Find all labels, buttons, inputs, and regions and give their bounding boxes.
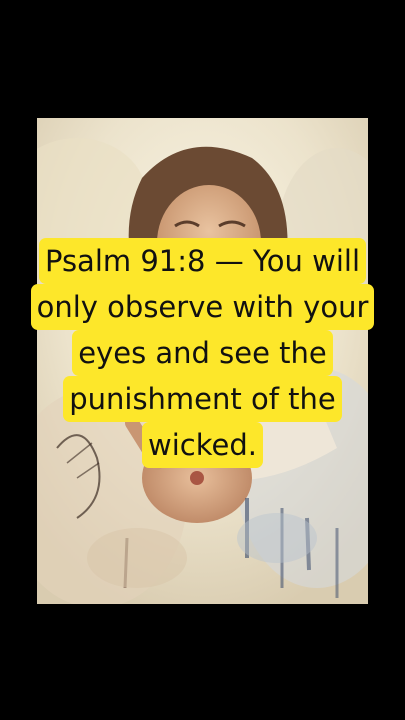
caption-line-4: punishment of the <box>63 376 342 422</box>
caption-line-2: only observe with your <box>30 284 375 330</box>
video-frame: Psalm 91:8 — You will only observe with … <box>0 0 405 720</box>
caption-line-1: Psalm 91:8 — You will <box>38 238 367 284</box>
caption-line-5: wicked. <box>142 422 263 468</box>
caption-line-3: eyes and see the <box>72 330 333 376</box>
scripture-caption: Psalm 91:8 — You will only observe with … <box>0 238 405 468</box>
